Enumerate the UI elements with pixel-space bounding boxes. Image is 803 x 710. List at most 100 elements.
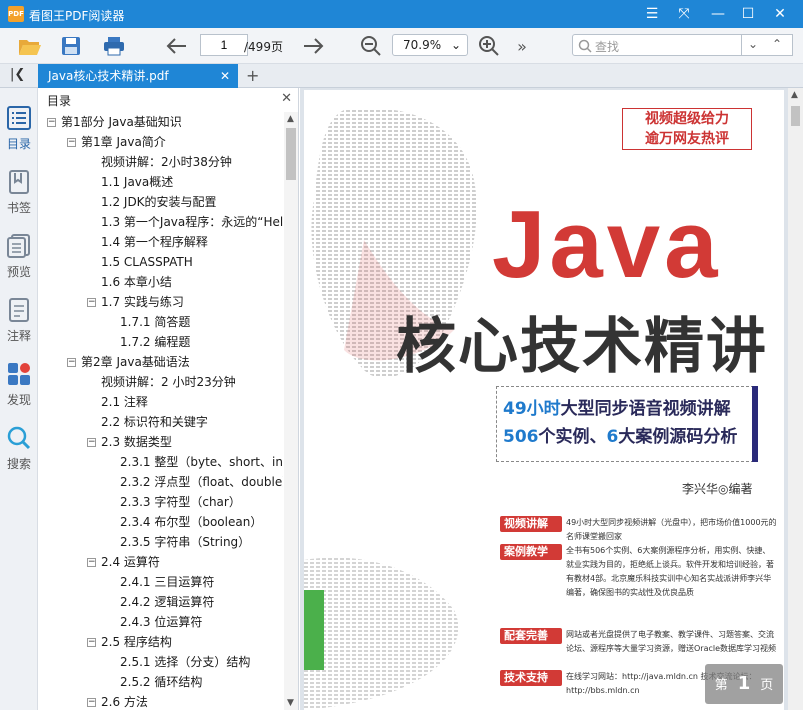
open-file-icon[interactable] xyxy=(16,34,44,58)
page-indicator-number: 1 xyxy=(737,673,751,694)
toc-item[interactable]: 2.3.5 字符串（String） xyxy=(120,532,250,552)
toc-panel: 目录 ✕ − 第1部分 Java基础知识 − 第1章 Java简介 视频讲解：2小时38… xyxy=(39,88,299,710)
document-tab[interactable]: Java核心技术精讲.pdf ✕ xyxy=(38,64,238,88)
toc-item[interactable]: 2.3.2 浮点型（float、double） xyxy=(120,472,283,492)
scroll-up-icon[interactable]: ▲ xyxy=(791,90,798,100)
toc-item-label: 1.5 CLASSPATH xyxy=(101,255,193,269)
menu-icon[interactable]: ☰ xyxy=(640,3,664,25)
new-tab-icon[interactable]: + xyxy=(246,66,259,85)
toc-item[interactable]: 1.4 第一个程序解释 xyxy=(101,232,208,252)
feature-number: 49 xyxy=(503,399,527,419)
tab-label: Java核心技术精讲.pdf xyxy=(48,69,169,83)
scroll-down-icon[interactable]: ▼ xyxy=(287,698,294,708)
feature-text: 大 xyxy=(618,427,636,447)
cover-title-cn: 核心技术精讲 xyxy=(396,312,768,382)
toc-item[interactable]: 1.6 本章小结 xyxy=(101,272,172,292)
toc-item[interactable]: 2.4.2 逻辑运算符 xyxy=(120,592,214,612)
collapse-toggle-icon[interactable]: − xyxy=(87,638,96,647)
zoom-out-icon[interactable] xyxy=(358,34,384,58)
collapse-toggle-icon[interactable]: − xyxy=(47,118,56,127)
toc-item[interactable]: 2.1 注释 xyxy=(101,392,148,412)
feature-accent-bar xyxy=(752,386,758,462)
feature-number: 6 xyxy=(606,427,619,447)
document-viewer[interactable]: 视频超级给力 逾万网友热评 Java 核心技术精讲 49小时大型同步语音视频讲解… xyxy=(300,88,803,710)
save-icon[interactable] xyxy=(58,34,84,58)
app-logo-icon: PDF xyxy=(8,6,24,22)
collapse-toggle-icon[interactable]: − xyxy=(87,558,96,567)
toc-item[interactable]: 2.4.1 三目运算符 xyxy=(120,572,214,592)
collapse-toggle-icon[interactable]: − xyxy=(87,438,96,447)
toc-item[interactable]: 1.1 Java概述 xyxy=(101,172,173,192)
rail-label: 注释 xyxy=(6,329,31,343)
page-indicator: 第1页 xyxy=(705,664,783,704)
collapse-toggle-icon[interactable]: − xyxy=(67,358,76,367)
toc-item-label: 1.7.1 简答题 xyxy=(120,315,191,329)
toc-item[interactable]: 视频讲解：2 小时23分钟 xyxy=(101,372,236,392)
rail-item-bookmark[interactable]: 书签 xyxy=(0,170,38,216)
slogan-line: 视频超级给力 xyxy=(645,111,729,127)
close-button[interactable]: ✕ xyxy=(768,3,792,25)
search-next-icon[interactable]: ⌄ xyxy=(748,37,758,51)
collapse-toggle-icon[interactable]: − xyxy=(87,698,96,707)
prev-page-icon[interactable] xyxy=(164,34,190,58)
scroll-thumb[interactable] xyxy=(791,106,800,126)
toc-item[interactable]: 1.3 第一个Java程序：永远的“Hel xyxy=(101,212,283,232)
block-tag: 配套完善 xyxy=(500,628,562,644)
search-prev-icon[interactable]: ⌃ xyxy=(772,37,782,51)
toc-item[interactable]: 1.2 JDK的安装与配置 xyxy=(101,192,217,212)
cover-slogan: 视频超级给力 逾万网友热评 xyxy=(622,108,752,150)
print-icon[interactable] xyxy=(100,34,128,58)
toc-item-label: 2.3.2 浮点型（float、double） xyxy=(120,475,283,489)
toc-item-label: 2.3.5 字符串（String） xyxy=(120,535,251,549)
title-bar: PDF 看图王PDF阅读器 ☰ ⤧ — ☐ ✕ xyxy=(0,0,803,28)
collapse-sidebar-icon[interactable]: |❮ xyxy=(10,67,25,82)
rail-item-search[interactable]: 搜索 xyxy=(0,426,38,472)
scroll-thumb[interactable] xyxy=(286,128,296,180)
toc-item[interactable]: 2.3.4 布尔型（boolean） xyxy=(120,512,262,532)
toc-item[interactable]: − 第1部分 Java基础知识 xyxy=(47,112,182,132)
toc-item[interactable]: 2.3.1 整型（byte、short、int. xyxy=(120,452,283,472)
rail-item-toc[interactable]: 目录 xyxy=(0,106,38,152)
toc-item-label: 2.5 程序结构 xyxy=(101,635,172,649)
toc-item[interactable]: 2.2 标识符和关键字 xyxy=(101,412,208,432)
next-page-icon[interactable] xyxy=(300,34,326,58)
toc-item[interactable]: 2.5.2 循环结构 xyxy=(120,672,202,692)
close-panel-icon[interactable]: ✕ xyxy=(281,91,292,106)
block-tag: 案例教学 xyxy=(500,544,562,560)
toc-item[interactable]: −2.5 程序结构 xyxy=(87,632,172,652)
zoom-in-icon[interactable] xyxy=(476,34,502,58)
rail-item-discover[interactable]: 发现 xyxy=(0,362,38,408)
toc-item[interactable]: −2.6 方法 xyxy=(87,692,148,710)
toc-item[interactable]: 视频讲解：2小时38分钟 xyxy=(101,152,232,172)
toc-item-label: 2.3.4 布尔型（boolean） xyxy=(120,515,263,529)
toc-item[interactable]: − 第2章 Java基础语法 xyxy=(67,352,190,372)
search-field[interactable]: 查找 xyxy=(572,34,742,56)
toc-scrollbar[interactable]: ▲ ▼ xyxy=(284,112,298,710)
toc-item[interactable]: 1.7.2 编程题 xyxy=(120,332,190,352)
collapse-toggle-icon[interactable]: − xyxy=(87,298,96,307)
toc-item[interactable]: 2.3.3 字符型（char） xyxy=(120,492,241,512)
fullscreen-icon[interactable]: ⤧ xyxy=(672,3,696,25)
toc-item[interactable]: 2.5.1 选择（分支）结构 xyxy=(120,652,250,672)
more-tools-icon[interactable]: » xyxy=(512,34,532,58)
toc-item[interactable]: 1.5 CLASSPATH xyxy=(101,252,193,272)
toc-item-label: 1.1 Java概述 xyxy=(101,175,174,189)
toc-item[interactable]: −2.4 运算符 xyxy=(87,552,160,572)
toc-item[interactable]: 1.7.1 简答题 xyxy=(120,312,190,332)
page-number-input[interactable] xyxy=(200,34,248,56)
collapse-toggle-icon[interactable]: − xyxy=(67,138,76,147)
zoom-select[interactable]: 70.9% ⌄ xyxy=(392,34,468,56)
cover-features: 49小时大型同步语音视频讲解 506个实例、6大案例源码分析 xyxy=(496,386,754,462)
toc-item[interactable]: 2.4.3 位运算符 xyxy=(120,612,202,632)
rail-item-preview[interactable]: 预览 xyxy=(0,234,38,280)
scroll-up-icon[interactable]: ▲ xyxy=(287,114,294,124)
minimize-button[interactable]: — xyxy=(706,3,730,25)
page-scrollbar[interactable]: ▲ xyxy=(788,88,803,710)
toc-item[interactable]: −1.7 实践与练习 xyxy=(87,292,184,312)
rail-item-annotation[interactable]: 注释 xyxy=(0,298,38,344)
toc-item-label: 2.5.2 循环结构 xyxy=(120,675,203,689)
toc-item[interactable]: −2.3 数据类型 xyxy=(87,432,172,452)
maximize-button[interactable]: ☐ xyxy=(736,3,760,25)
close-tab-icon[interactable]: ✕ xyxy=(220,64,230,88)
toc-item[interactable]: − 第1章 Java简介 xyxy=(67,132,166,152)
